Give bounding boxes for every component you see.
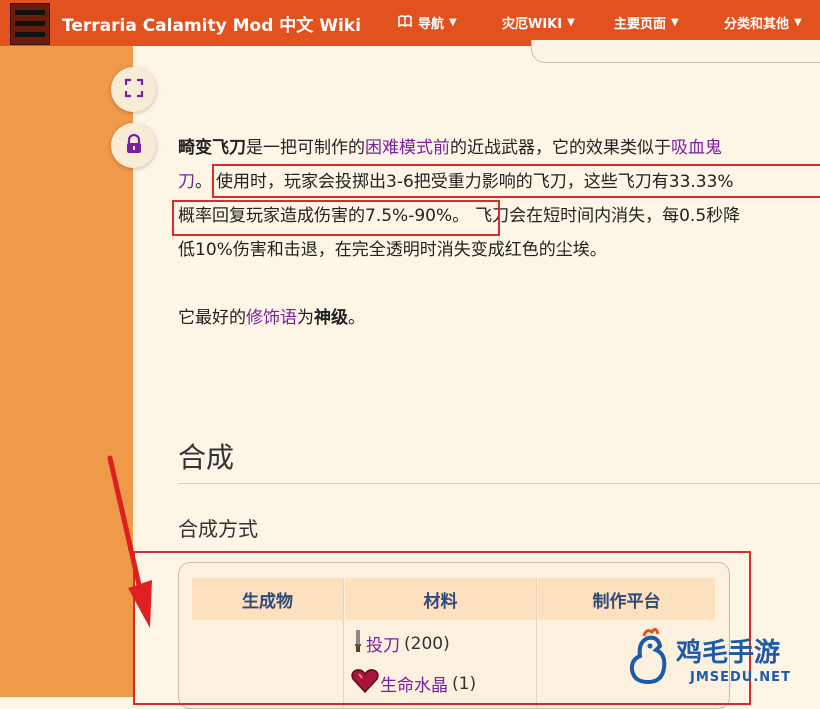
item-name: 畸变飞刀 — [178, 138, 246, 158]
lock-button[interactable] — [111, 123, 156, 168]
nav-label: 导航 — [418, 17, 445, 32]
article-line: 它最好的修饰语为神级。 — [178, 301, 820, 335]
text: 是一把可制作的 — [246, 138, 365, 158]
chevron-down-icon: ▼ — [794, 17, 802, 28]
watermark-url: JMSEDU.NET — [690, 670, 791, 685]
nav-menu-categories[interactable]: 分类和其他 ▼ — [724, 13, 802, 32]
text: 它最好的 — [178, 308, 246, 328]
section-divider — [178, 483, 820, 484]
site-title[interactable]: Terraria Calamity Mod 中文 Wiki — [62, 11, 361, 36]
tab-bar-edge — [531, 40, 820, 63]
link-vampire-knives-cont[interactable]: 刀 — [178, 172, 195, 192]
nav-menu-navigation[interactable]: 导航 ▼ — [398, 13, 457, 32]
watermark-title: 鸡毛手游 — [676, 638, 781, 668]
text: 的近战武器，它的效果类似于 — [450, 138, 671, 158]
chevron-down-icon: ▼ — [449, 17, 457, 28]
nav-label: 分类和其他 — [724, 17, 790, 32]
section-title: 合成 — [178, 441, 235, 474]
site-logo[interactable] — [10, 3, 50, 45]
link-pre-hardmode[interactable]: 困难模式前 — [365, 138, 450, 158]
nav-menu-calamity-wiki[interactable]: 灾厄WIKI ▼ — [502, 13, 575, 32]
highlight-box — [172, 200, 500, 236]
fullscreen-icon — [124, 78, 144, 102]
text: 低10%伤害和击退，在完全透明时消失变成红色的尘埃。 — [178, 240, 607, 260]
link-modifier[interactable]: 修饰语 — [246, 308, 297, 328]
article-line: 畸变飞刀是一把可制作的困难模式前的近战武器，它的效果类似于吸血鬼 — [178, 131, 820, 165]
subsection-title: 合成方式 — [178, 517, 258, 541]
text: 飞刀会在短时间内消失，每0.5秒降 — [475, 206, 741, 226]
lock-icon — [125, 133, 143, 158]
best-modifier: 神级 — [314, 308, 348, 328]
nav-label: 主要页面 — [614, 17, 667, 32]
text: 。 — [348, 308, 365, 328]
book-icon — [398, 14, 412, 31]
link-vampire-knives[interactable]: 吸血鬼 — [671, 138, 722, 158]
text: 为 — [297, 308, 314, 328]
fullscreen-button[interactable] — [111, 67, 156, 112]
nav-menu-main-pages[interactable]: 主要页面 ▼ — [614, 13, 679, 32]
article-line: 低10%伤害和击退，在完全透明时消失变成红色的尘埃。 — [178, 233, 820, 267]
watermark: 鸡毛手游 JMSEDU.NET — [626, 618, 820, 697]
text: 。 — [195, 172, 212, 192]
highlight-box — [212, 164, 820, 198]
nav-label: 灾厄WIKI — [502, 17, 563, 32]
chevron-down-icon: ▼ — [567, 17, 575, 28]
chevron-down-icon: ▼ — [671, 17, 679, 28]
